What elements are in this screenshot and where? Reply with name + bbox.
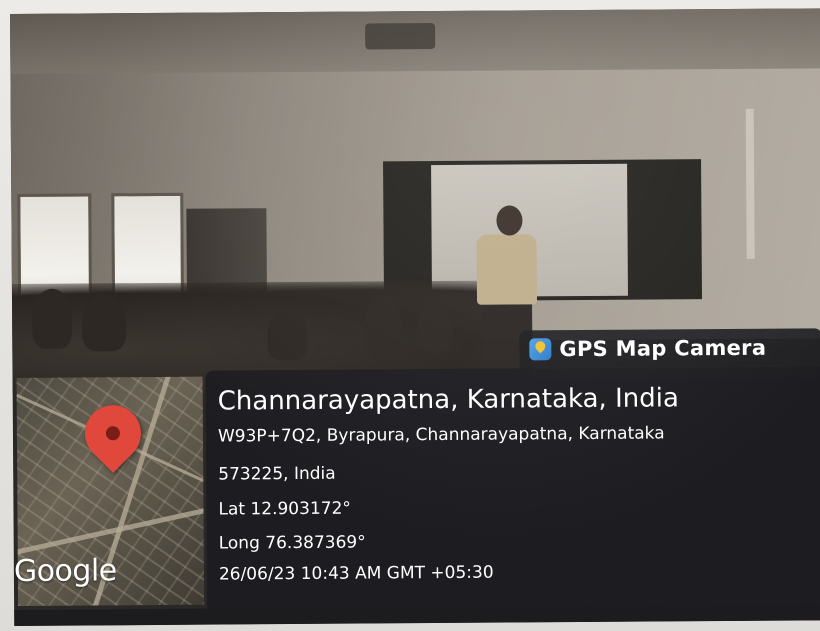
gps-map-camera-label: GPS Map Camera xyxy=(559,335,767,362)
student xyxy=(81,293,127,352)
wall-pipe xyxy=(745,108,755,259)
longitude-text: Long 76.387369° xyxy=(218,532,366,554)
photo-print-background: GPS Map Camera Google Channarayapatna, K… xyxy=(0,0,820,631)
student xyxy=(267,309,308,361)
teacher-head xyxy=(496,205,523,236)
address-line-2: 573225, India xyxy=(218,463,336,485)
address-line-1: W93P+7Q2, Byrapura, Channarayapatna, Kar… xyxy=(217,423,665,447)
geotagged-photo: GPS Map Camera Google Channarayapatna, K… xyxy=(10,8,820,626)
student xyxy=(363,296,403,355)
ceiling-fan xyxy=(365,23,436,50)
google-logo: Google xyxy=(13,553,117,589)
latitude-text: Lat 12.903172° xyxy=(218,498,351,520)
timestamp-text: 26/06/23 10:43 AM GMT +05:30 xyxy=(218,562,494,585)
student xyxy=(31,288,73,349)
gps-map-camera-app-icon xyxy=(529,338,552,361)
gps-map-camera-tag: GPS Map Camera xyxy=(519,328,820,369)
map-pin-center xyxy=(105,426,120,441)
location-title: Channarayapatna, Karnataka, India xyxy=(217,383,679,417)
photo-bottom-edge xyxy=(14,604,820,626)
teacher xyxy=(476,234,538,305)
student xyxy=(417,302,454,352)
